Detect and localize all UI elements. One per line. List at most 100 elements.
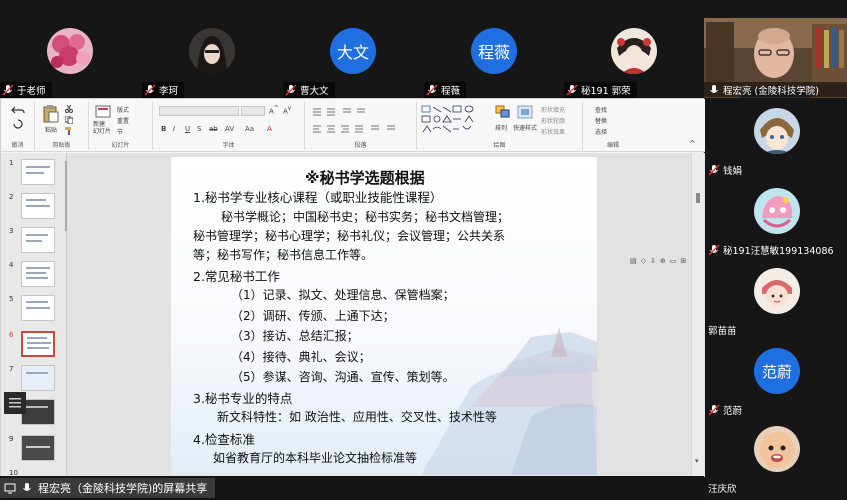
filter-icon[interactable]: ⇩	[650, 257, 656, 265]
bold-button[interactable]: B	[161, 125, 166, 133]
underline-button[interactable]: U	[185, 125, 190, 133]
participant-tile[interactable]: 秘191汪慧敏199134086	[704, 182, 847, 258]
participant-name: 于老师	[17, 86, 46, 97]
slide-thumbnail[interactable]	[21, 261, 55, 287]
menu-icon	[9, 398, 21, 408]
participant-tile[interactable]: 秘191 郭荣	[564, 18, 704, 98]
quick-styles-icon[interactable]	[517, 105, 533, 119]
undo-icon[interactable]	[11, 105, 25, 115]
redo-icon[interactable]	[11, 119, 25, 129]
font-name-select[interactable]	[159, 106, 239, 116]
slide-thumbnail[interactable]	[21, 365, 55, 391]
participant-tile[interactable]: 郭苗苗	[704, 262, 847, 338]
ribbon-group-slides: 新建 幻灯片 版式 重置 节 幻灯片	[89, 101, 153, 150]
paragraph-icons[interactable]	[311, 106, 411, 136]
name-bar: 于老师	[0, 82, 52, 98]
screen-share-indicator[interactable]: 程宏亮（金陵科技学院)的屏幕共享	[0, 478, 216, 498]
participant-name: 程宏亮 (金陵科技学院)	[723, 85, 819, 97]
slide-thumbnail[interactable]	[21, 435, 55, 461]
shape-outline-button[interactable]: 形状轮廓	[541, 116, 565, 125]
name-bar: 程宏亮 (金陵科技学院)	[704, 82, 847, 97]
quick-styles-label[interactable]: 快速样式	[513, 123, 537, 132]
slide-thumbnail[interactable]	[21, 193, 55, 219]
microphone-icon	[710, 84, 718, 93]
comment-icon[interactable]: ▭	[670, 257, 677, 265]
paste-icon[interactable]	[43, 105, 59, 123]
slide-thumbnail[interactable]	[21, 295, 55, 321]
layout-icon[interactable]: ▤	[630, 257, 637, 265]
paste-label[interactable]: 粘贴	[45, 125, 57, 134]
arrange-label[interactable]: 排列	[495, 123, 507, 132]
slide-text: 等；秘书写作；秘书信息工作等。	[193, 248, 374, 262]
screen-share-bar: 程宏亮（金陵科技学院)的屏幕共享	[0, 476, 704, 500]
zoom-icon[interactable]: ⊕	[660, 257, 666, 265]
new-slide-label[interactable]: 新建 幻灯片	[93, 121, 111, 135]
thumb-number: 6	[9, 331, 14, 339]
strikethrough-button[interactable]: ab	[209, 125, 218, 133]
slide-canvas: ※秘书学选题根据 1.秘书学专业核心课程（或职业技能性课程） 秘书学概论；中国秘…	[67, 153, 705, 477]
shape-fill-button[interactable]: 形状填充	[541, 105, 565, 114]
copy-icon[interactable]	[65, 116, 73, 124]
slide-text: 秘书学概论；中国秘书史；秘书实务；秘书文档管理；	[221, 210, 510, 224]
change-case-button[interactable]: Aa	[245, 125, 254, 133]
participant-name: 秘191汪慧敏199134086	[723, 245, 834, 257]
participant-tile[interactable]: 范蔚 范蔚	[704, 342, 847, 418]
reset-button[interactable]: 重置	[117, 116, 129, 125]
chart-icon[interactable]: ⊞	[680, 257, 686, 265]
participant-tile[interactable]: 李珂	[142, 18, 282, 98]
slide-text: 新文科特性：如 政治性、应用性、交叉性、技术性等	[217, 410, 497, 424]
screen-share-label: 程宏亮（金陵科技学院)的屏幕共享	[38, 482, 208, 495]
participant-name: 李珂	[159, 86, 179, 97]
format-painter-icon[interactable]	[65, 127, 73, 135]
side-menu-button[interactable]	[4, 392, 26, 414]
font-color-button[interactable]: A	[267, 125, 272, 133]
layout-button[interactable]: 版式	[117, 105, 129, 114]
font-size-select[interactable]	[241, 106, 265, 116]
arrange-icon[interactable]	[495, 105, 511, 119]
char-spacing-button[interactable]: AV	[225, 125, 234, 133]
floating-toolbar[interactable]: ▤ ◇ ⇩ ⊕ ▭ ⊞	[630, 257, 686, 265]
participant-strip: 于老师 李珂 大文 曹大文 程薇 程薇 秘191 郭荣	[0, 0, 704, 98]
cut-icon[interactable]	[65, 105, 73, 113]
ribbon-group-clipboard: 粘贴 剪贴板	[35, 101, 89, 150]
shadow-button[interactable]: S	[197, 125, 201, 133]
new-slide-icon[interactable]	[95, 105, 111, 119]
slide-thumbnail-selected[interactable]	[21, 331, 55, 357]
group-label: 绘图	[493, 142, 506, 149]
vertical-scrollbar[interactable]: ▾	[691, 153, 704, 477]
grow-font-button[interactable]: A^	[269, 106, 279, 115]
participant-tile[interactable]: 钱娟	[704, 102, 847, 178]
find-button[interactable]: 查找	[595, 105, 607, 114]
name-bar: 李珂	[142, 82, 185, 98]
slide-list-item: （2）调研、传颁、上通下达；	[231, 309, 395, 323]
participant-name: 秘191 郭荣	[581, 86, 631, 97]
participant-tile[interactable]: 大文 曹大文	[283, 18, 423, 98]
participant-tile[interactable]: 程薇 程薇	[424, 18, 564, 98]
slide-thumbnail[interactable]	[21, 399, 55, 425]
style-icon[interactable]: ◇	[641, 257, 646, 265]
participant-tile[interactable]: 汪庆欣	[704, 422, 847, 500]
slide-thumbnail[interactable]	[21, 159, 55, 185]
meeting-window: 于老师 李珂 大文 曹大文 程薇 程薇 秘191 郭荣 程宏亮 (金陵科技学院)…	[0, 0, 847, 500]
name-bar: 曹大文	[283, 82, 335, 98]
collapse-ribbon-icon[interactable]: ^	[689, 139, 696, 148]
slide-thumbnail[interactable]	[21, 227, 55, 253]
italic-button[interactable]: I	[173, 125, 175, 133]
shrink-font-button[interactable]: Av	[283, 106, 291, 115]
avatar: 范蔚	[754, 348, 800, 394]
select-button[interactable]: 选择	[595, 127, 607, 136]
scrollbar-thumb[interactable]	[696, 193, 700, 203]
shape-effects-button[interactable]: 形状效果	[541, 127, 565, 136]
replace-button[interactable]: 替换	[595, 116, 607, 125]
name-bar: 程薇	[424, 82, 467, 98]
shapes-gallery[interactable]	[421, 105, 481, 135]
avatar	[754, 268, 800, 314]
participant-tile[interactable]: 程宏亮 (金陵科技学院)	[704, 18, 847, 98]
participant-tile[interactable]: 于老师	[0, 18, 140, 98]
name-bar: 秘191汪慧敏199134086	[704, 242, 838, 257]
section-button[interactable]: 节	[117, 127, 123, 136]
slide-heading-2: 2.常见秘书工作	[193, 269, 280, 284]
scroll-down-icon[interactable]: ▾	[695, 457, 699, 465]
ribbon-group-drawing: 排列 快速样式 形状填充 形状轮廓 形状效果 绘图	[417, 101, 583, 150]
avatar: 程薇	[471, 28, 517, 74]
